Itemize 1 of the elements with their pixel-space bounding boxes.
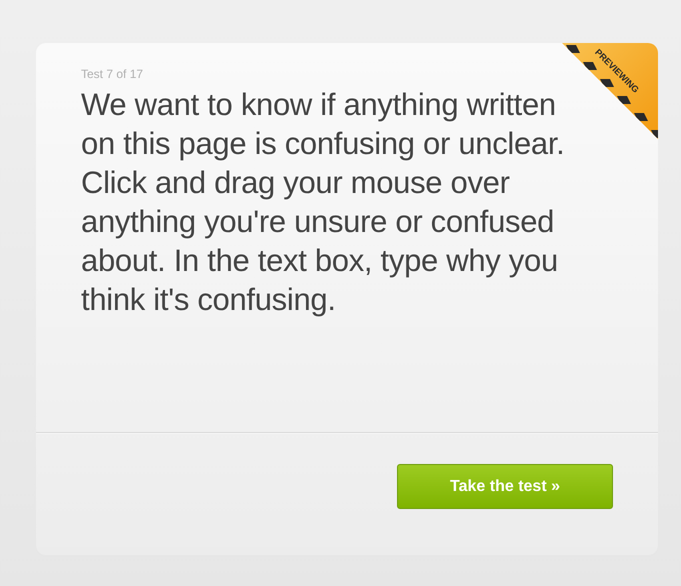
take-test-button[interactable]: Take the test » [397, 464, 613, 509]
